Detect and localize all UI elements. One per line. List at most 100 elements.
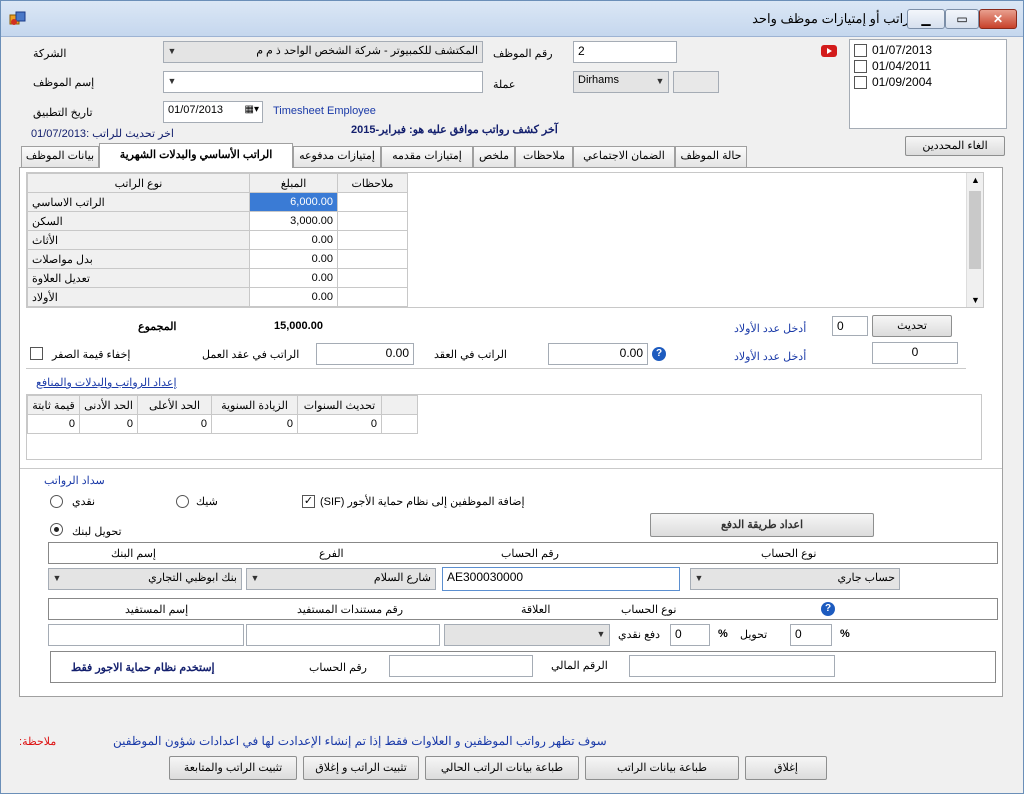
help-icon[interactable]: ? bbox=[652, 347, 666, 361]
print-salary-button[interactable]: طباعة بيانات الراتب bbox=[585, 756, 739, 780]
timesheet-employee-link[interactable]: Timesheet Employee bbox=[273, 105, 376, 117]
cheque-label: شيك bbox=[196, 496, 218, 508]
vertical-scrollbar[interactable]: ▲ ▼ bbox=[966, 173, 983, 307]
list-item[interactable]: 01/09/2004 bbox=[852, 74, 1004, 90]
financial-no-field[interactable] bbox=[629, 655, 835, 677]
col-header-notes[interactable]: ملاحظات bbox=[337, 173, 408, 193]
apply-date-picker[interactable]: 01/07/2013 ▦▾ bbox=[163, 101, 263, 123]
scrollbar-thumb[interactable] bbox=[969, 191, 981, 269]
beneficiary-name-field[interactable] bbox=[48, 624, 244, 646]
salary-amount-cell[interactable]: 0.00 bbox=[249, 230, 338, 250]
sif-checkbox[interactable]: ✓ bbox=[302, 495, 315, 508]
date-checkbox[interactable] bbox=[854, 44, 867, 57]
cancel-selected-button[interactable]: الغاء المحددين bbox=[905, 136, 1005, 156]
save-and-continue-button[interactable]: تثبيت الراتب والمتابعة bbox=[169, 756, 297, 780]
tab-employee-data[interactable]: بيانات الموظف bbox=[21, 146, 99, 167]
tab-advance-benefits[interactable]: إمتيازات مقدمه bbox=[381, 146, 473, 167]
salary-notes-cell[interactable] bbox=[337, 287, 408, 307]
bank-transfer-radio[interactable] bbox=[50, 523, 63, 536]
currency-select[interactable]: Dirhams ▼ bbox=[573, 71, 669, 93]
years-cell[interactable]: 0 bbox=[27, 414, 80, 434]
relation-select[interactable]: ▼ bbox=[444, 624, 610, 646]
transfer-field[interactable]: 0 bbox=[790, 624, 832, 646]
update-button[interactable]: تحديث bbox=[872, 315, 952, 337]
save-and-close-button[interactable]: تثبيت الراتب و إغلاق bbox=[303, 756, 419, 780]
close-window-button[interactable]: ✕ bbox=[979, 9, 1017, 29]
years-cell[interactable]: 0 bbox=[79, 414, 138, 434]
years-cell[interactable]: 0 bbox=[137, 414, 212, 434]
salary-notes-cell[interactable] bbox=[337, 249, 408, 269]
minimize-button[interactable]: ▁ bbox=[907, 9, 945, 29]
salary-notes-cell[interactable] bbox=[337, 268, 408, 288]
salary-amount-cell[interactable]: 6,000.00 bbox=[249, 192, 338, 212]
help-icon[interactable]: ? bbox=[821, 602, 835, 616]
children-count-label-2: أدخل عدد الأولاد bbox=[734, 351, 807, 363]
maximize-button[interactable]: ▭ bbox=[945, 9, 979, 29]
work-contract-salary-label: الراتب في عقد العمل bbox=[202, 349, 300, 361]
work-contract-salary-field[interactable]: 0.00 bbox=[316, 343, 414, 365]
col-header[interactable]: تحديث السنوات bbox=[297, 395, 382, 415]
tab-basic-salary[interactable]: الراتب الأساسي والبدلات الشهرية bbox=[99, 143, 293, 168]
scroll-up-icon[interactable]: ▲ bbox=[971, 175, 980, 185]
account-type-select[interactable]: حساب جاري ▼ bbox=[690, 568, 900, 590]
beneficiary-docs-field[interactable] bbox=[246, 624, 440, 646]
employee-no-field[interactable]: 2 bbox=[573, 41, 677, 63]
tab-employee-status[interactable]: حالة الموظف bbox=[675, 146, 747, 167]
cash-pay-field[interactable]: 0 bbox=[670, 624, 710, 646]
salary-amount-cell[interactable]: 0.00 bbox=[249, 249, 338, 269]
salary-amount-cell[interactable]: 0.00 bbox=[249, 268, 338, 288]
dates-list[interactable]: 01/07/2013 01/04/2011 01/09/2004 bbox=[849, 39, 1007, 129]
list-item[interactable]: 01/07/2013 bbox=[852, 42, 1004, 58]
salary-notes-cell[interactable] bbox=[337, 230, 408, 250]
table-row[interactable]: 0 0 0 0 0 bbox=[27, 414, 418, 434]
col-header-amount[interactable]: المبلغ bbox=[249, 173, 338, 193]
bank-name-select[interactable]: بنك ابوظبي التجاري ▼ bbox=[48, 568, 242, 590]
salary-amount-cell[interactable]: 3,000.00 bbox=[249, 211, 338, 231]
account-no-field[interactable]: AE300030000 bbox=[442, 567, 680, 591]
setup-salaries-link[interactable]: إعداد الرواتب والبدلات والمنافع bbox=[36, 376, 177, 389]
tab-notes[interactable]: ملاحظات bbox=[515, 146, 573, 167]
hide-zero-checkbox[interactable] bbox=[30, 347, 43, 360]
tab-paid-benefits[interactable]: إمتيازات مدفوعه bbox=[293, 146, 381, 167]
currency-rate-field[interactable] bbox=[673, 71, 719, 93]
salary-amount-cell[interactable]: 0.00 bbox=[249, 287, 338, 307]
date-checkbox[interactable] bbox=[854, 60, 867, 73]
cash-label: نقدي bbox=[72, 496, 96, 508]
date-checkbox[interactable] bbox=[854, 76, 867, 89]
table-row[interactable]: الأثاث 0.00 bbox=[27, 230, 408, 250]
col-header[interactable]: الحد الأعلى bbox=[137, 395, 212, 415]
list-item[interactable]: 01/04/2011 bbox=[852, 58, 1004, 74]
cash-radio[interactable] bbox=[50, 495, 63, 508]
contract-salary-field[interactable]: 0.00 bbox=[548, 343, 648, 365]
close-button[interactable]: إغلاق bbox=[745, 756, 827, 780]
table-row[interactable]: السكن 3,000.00 bbox=[27, 211, 408, 231]
tab-summary[interactable]: ملخص bbox=[473, 146, 515, 167]
col-header[interactable]: الحد الأدنى bbox=[79, 395, 138, 415]
calendar-icon[interactable]: ▦▾ bbox=[245, 104, 259, 115]
salary-type-cell: الراتب الاساسي bbox=[27, 192, 250, 212]
table-row[interactable]: الراتب الاساسي 6,000.00 bbox=[27, 192, 408, 212]
table-row[interactable]: بدل مواصلات 0.00 bbox=[27, 249, 408, 269]
wps-account-no-field[interactable] bbox=[389, 655, 533, 677]
years-cell[interactable]: 0 bbox=[297, 414, 382, 434]
children-count-field-2[interactable]: 0 bbox=[872, 342, 958, 364]
print-current-salary-button[interactable]: طباعة بيانات الراتب الحالي bbox=[425, 756, 579, 780]
youtube-icon[interactable] bbox=[821, 45, 837, 57]
employee-name-select[interactable]: ▼ bbox=[163, 71, 483, 93]
table-row[interactable]: الأولاد 0.00 bbox=[27, 287, 408, 307]
salary-notes-cell[interactable] bbox=[337, 211, 408, 231]
company-select[interactable]: المكتشف للكمبيوتر - شركة الشخص الواحد ذ … bbox=[163, 41, 483, 63]
col-header[interactable]: الزيادة السنوية bbox=[211, 395, 298, 415]
setup-payment-button[interactable]: اعداد طريقة الدفع bbox=[650, 513, 874, 537]
scroll-down-icon[interactable]: ▼ bbox=[971, 295, 980, 305]
branch-select[interactable]: شارع السلام ▼ bbox=[246, 568, 436, 590]
table-row[interactable]: تعديل العلاوة 0.00 bbox=[27, 268, 408, 288]
cheque-radio[interactable] bbox=[176, 495, 189, 508]
bank-name-header: إسم البنك bbox=[111, 548, 156, 560]
tab-social-security[interactable]: الضمان الاجتماعي bbox=[573, 146, 675, 167]
children-count-field-1[interactable]: 0 bbox=[832, 316, 868, 336]
col-header-type[interactable]: نوع الراتب bbox=[27, 173, 250, 193]
years-cell[interactable]: 0 bbox=[211, 414, 298, 434]
salary-notes-cell[interactable] bbox=[337, 192, 408, 212]
col-header[interactable]: قيمة ثابتة bbox=[27, 395, 80, 415]
